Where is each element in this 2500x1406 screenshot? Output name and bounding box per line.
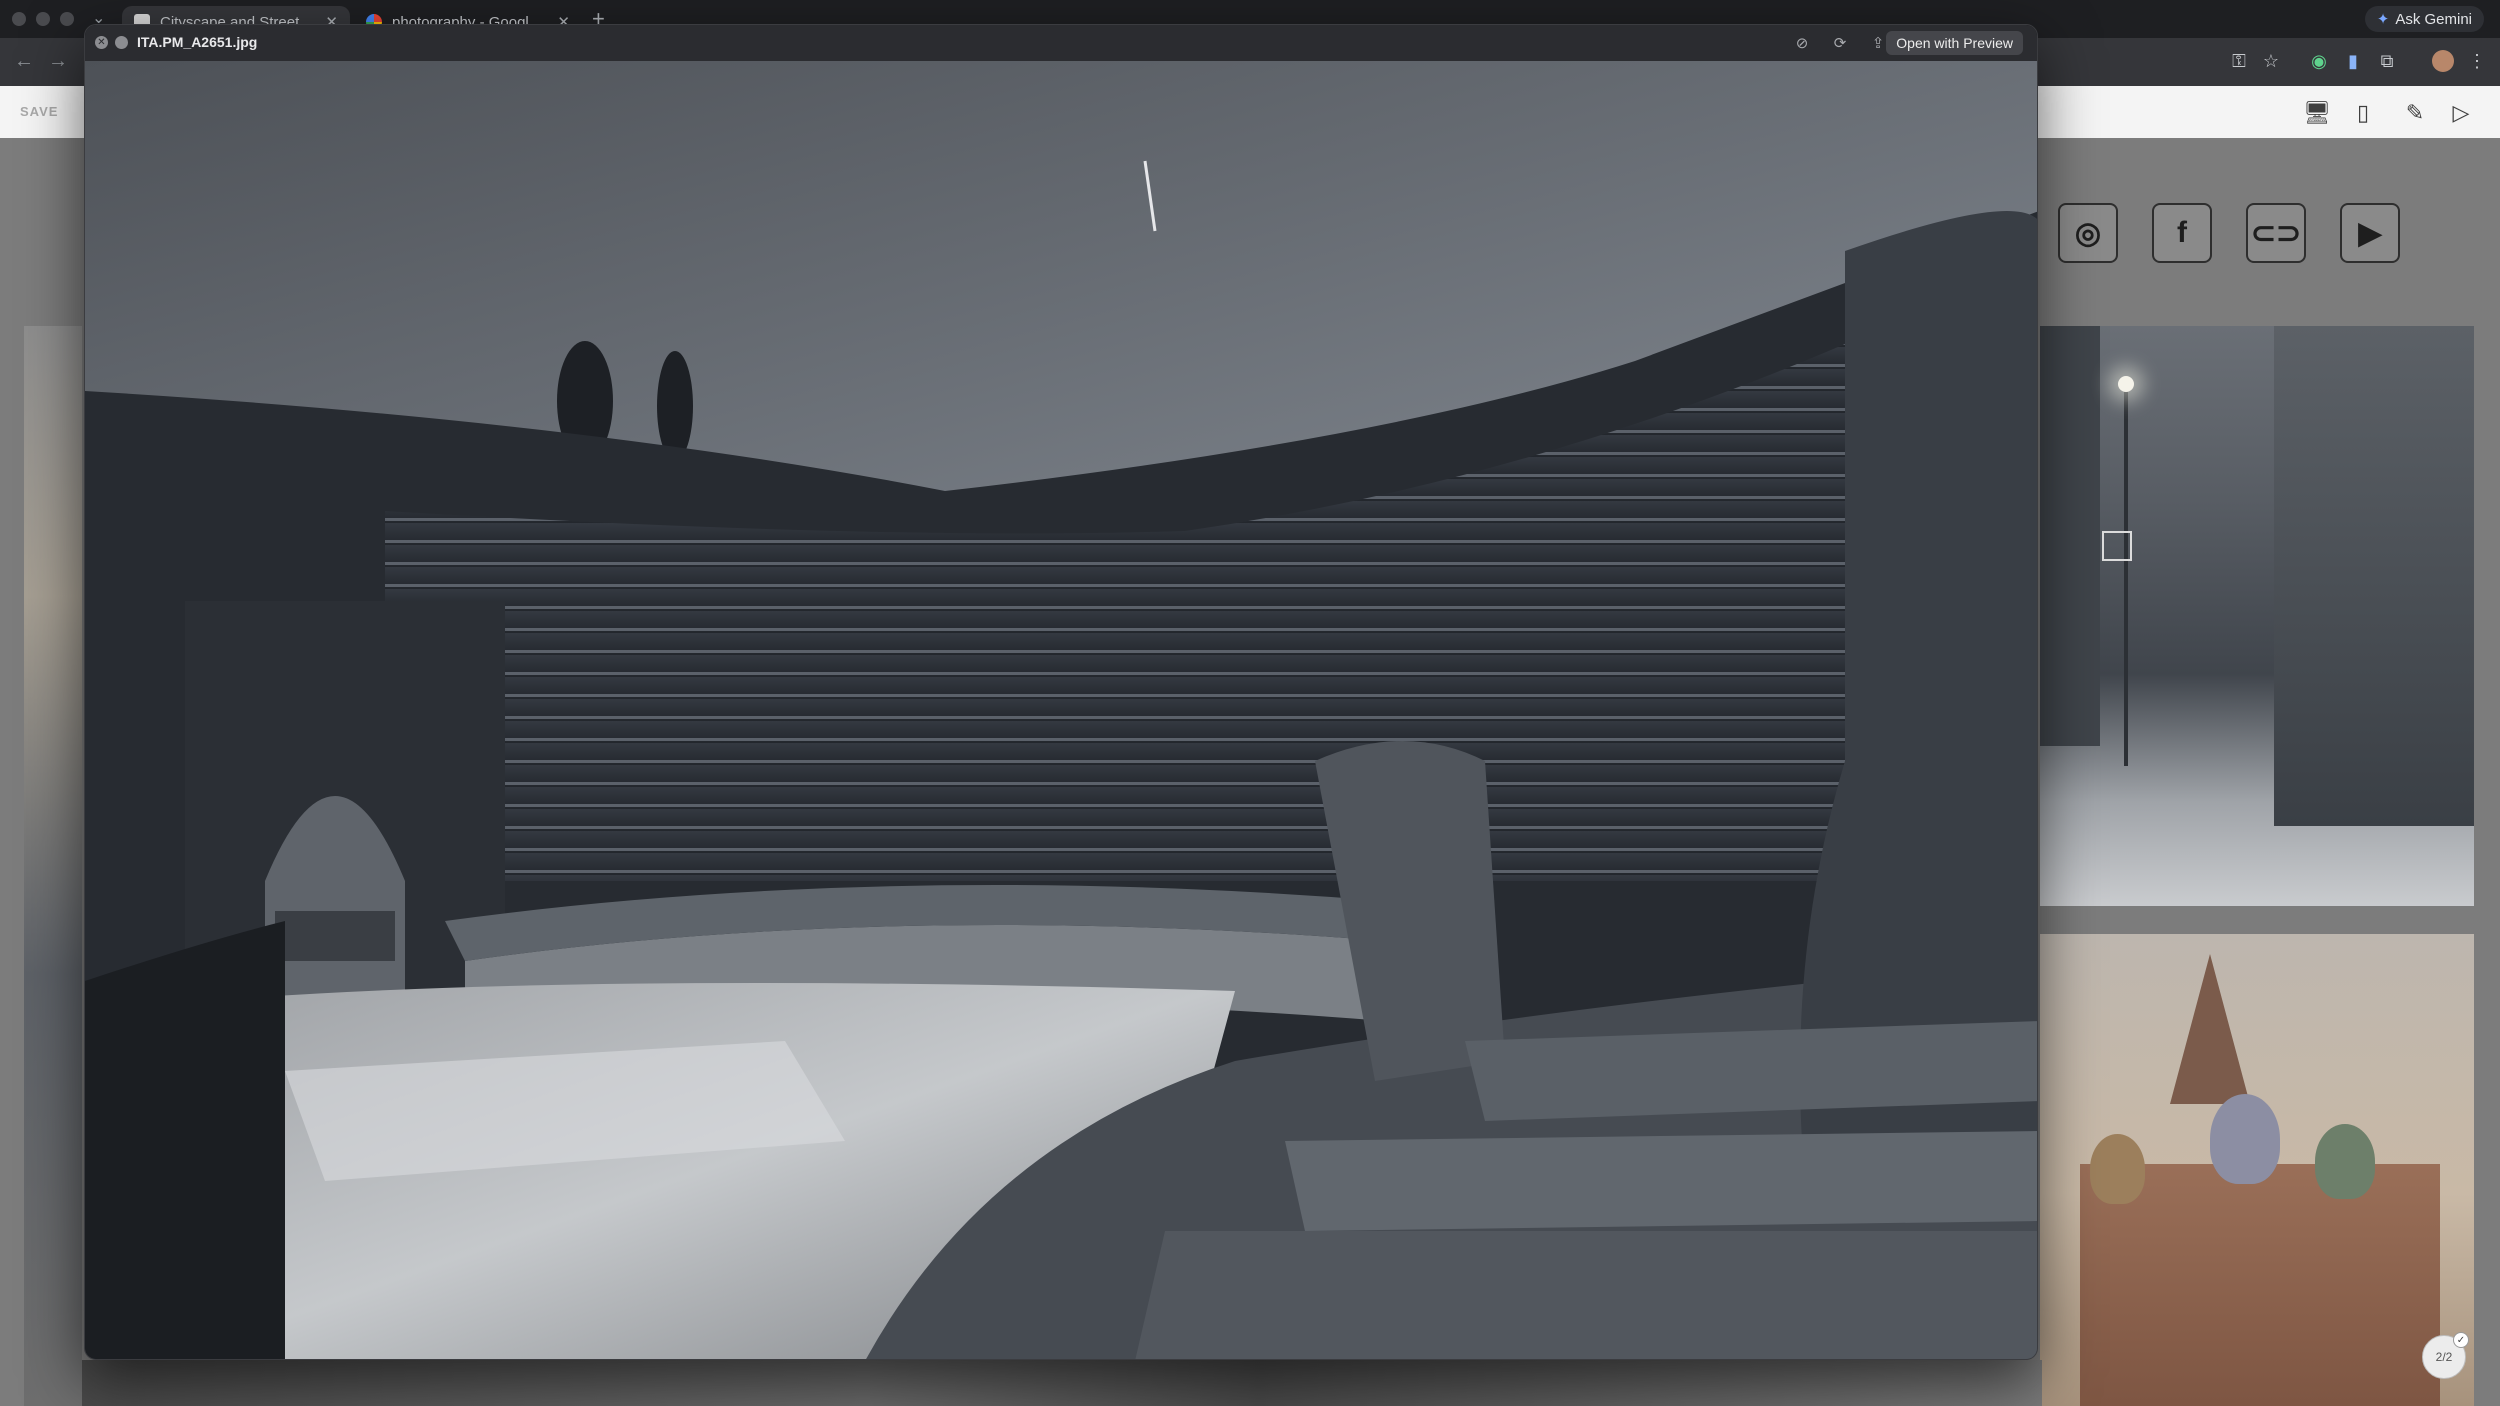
window-zoom-button[interactable]: [60, 12, 74, 26]
screen: ⌄ Cityscape and Street Photog ✕ photogra…: [0, 0, 2500, 1406]
back-arrow-icon[interactable]: ←: [14, 50, 34, 73]
docs-extension-icon[interactable]: ▮: [2342, 50, 2364, 72]
gallery-photo-row-partial: [82, 1360, 2042, 1406]
forward-arrow-icon[interactable]: →: [48, 50, 68, 73]
page-counter-badge[interactable]: 2/2 ✓: [2422, 1332, 2469, 1379]
youtube-icon[interactable]: ▶: [2340, 203, 2400, 263]
photo-onion-dome: [2090, 1134, 2145, 1204]
quicklook-window: ✕ ITA.PM_A2651.jpg ⊘ ⟳ ⇪ Open with Previ…: [84, 24, 2038, 1360]
design-brush-icon[interactable]: ✎: [2400, 98, 2430, 128]
link-icon[interactable]: ⊂⊃: [2246, 203, 2306, 263]
open-with-preview-button[interactable]: Open with Preview: [1886, 31, 2023, 55]
window-minimize-button[interactable]: [36, 12, 50, 26]
photo-street-sign: [2102, 531, 2132, 561]
page-counter-label: 2/2: [2435, 1350, 2453, 1364]
gallery-photo-cathedral[interactable]: [2040, 934, 2474, 1406]
gallery-photo-street[interactable]: [2040, 326, 2474, 906]
photo-onion-dome: [2315, 1124, 2375, 1199]
photo-building-right: [2274, 326, 2474, 826]
quicklook-filename: ITA.PM_A2651.jpg: [137, 34, 258, 50]
save-button[interactable]: SAVE: [20, 104, 58, 119]
quicklook-titlebar: ✕ ITA.PM_A2651.jpg ⊘ ⟳ ⇪ Open with Previ…: [85, 25, 2037, 61]
gemini-spark-icon: ✦: [2376, 11, 2390, 28]
gallery-photo-partial: [24, 326, 82, 1406]
photo-building-left: [2040, 326, 2100, 746]
photo-cathedral-body: [2080, 1164, 2440, 1406]
photo-onion-dome: [2210, 1094, 2280, 1184]
preview-play-icon[interactable]: ▷: [2446, 98, 2476, 128]
mobile-view-icon[interactable]: ▯: [2348, 98, 2378, 128]
grammarly-extension-icon[interactable]: ◉: [2308, 50, 2330, 72]
facebook-icon[interactable]: f: [2152, 203, 2212, 263]
desktop-view-icon[interactable]: 🖥︎: [2302, 98, 2332, 128]
ask-gemini-button[interactable]: ✦ Ask Gemini: [2364, 6, 2484, 32]
window-close-button[interactable]: [12, 12, 26, 26]
browser-menu-kebab-icon[interactable]: ⋮: [2466, 50, 2488, 72]
rotate-icon[interactable]: ⟳: [1831, 34, 1849, 52]
ask-gemini-label: Ask Gemini: [2395, 10, 2472, 28]
password-key-icon[interactable]: ⚿: [2228, 50, 2250, 72]
quicklook-fullscreen-button[interactable]: [115, 36, 128, 49]
extensions-puzzle-icon[interactable]: ⧉: [2376, 50, 2398, 72]
photo-cathedral-spire: [2170, 954, 2250, 1104]
share-icon[interactable]: ⇪: [1869, 34, 1887, 52]
quicklook-close-button[interactable]: ✕: [95, 36, 108, 49]
photo-street-lamp: [2118, 376, 2134, 392]
profile-avatar[interactable]: [2432, 50, 2454, 72]
photo-lamp-pole: [2124, 386, 2128, 766]
quicklook-image-amphitheatre: [85, 61, 2037, 1359]
markup-pen-icon[interactable]: ⊘: [1793, 34, 1811, 52]
bookmark-star-icon[interactable]: ☆: [2260, 50, 2282, 72]
check-icon: ✓: [2453, 1332, 2469, 1348]
instagram-icon[interactable]: ◎: [2058, 203, 2118, 263]
